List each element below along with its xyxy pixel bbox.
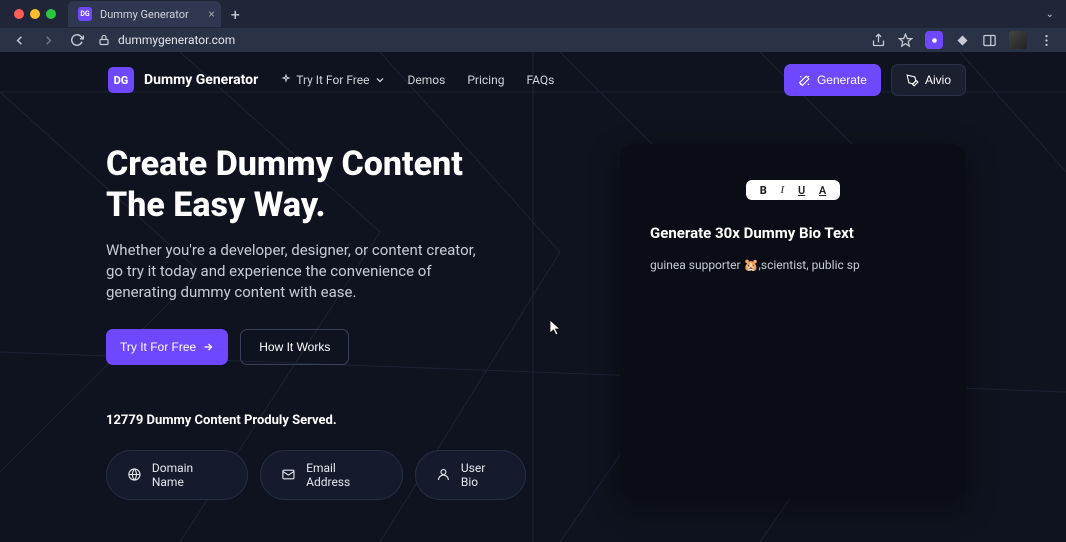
pill-domain-name[interactable]: Domain Name: [106, 450, 248, 500]
minimize-window-icon[interactable]: [30, 9, 40, 19]
tab-bar: DG Dummy Generator × + ⌄: [0, 0, 1066, 28]
format-underline-button[interactable]: U: [798, 184, 805, 197]
site-header: DG Dummy Generator Try It For Free Demos…: [0, 52, 1066, 108]
url-display[interactable]: dummygenerator.com: [98, 33, 235, 47]
stats-line: 12779 Dummy Content Produly Served.: [106, 413, 526, 428]
globe-icon: [127, 467, 142, 482]
card-title: Generate 30x Dummy Bio Text: [650, 224, 936, 242]
aivio-label: Aivio: [925, 73, 951, 87]
forward-button[interactable]: [41, 33, 56, 48]
logo-text: Dummy Generator: [144, 72, 258, 88]
chevron-down-icon: [374, 74, 386, 86]
cta-row: Try It For Free How It Works: [106, 329, 526, 365]
card-body-text: guinea supporter 🐹,scientist, public sp: [650, 258, 936, 272]
url-text: dummygenerator.com: [118, 33, 235, 47]
preview-card: B I U A Generate 30x Dummy Bio Text guin…: [620, 144, 966, 500]
window-controls[interactable]: [8, 9, 56, 19]
arrow-right-icon: [202, 341, 214, 353]
hero-title: Create Dummy Content The Easy Way.: [106, 144, 526, 226]
bookmark-icon[interactable]: [898, 33, 913, 48]
browser-chrome: DG Dummy Generator × + ⌄ dummygenerator.…: [0, 0, 1066, 52]
format-toolbar: B I U A: [746, 180, 840, 200]
try-free-label: Try It For Free: [120, 340, 196, 354]
wand-icon: [798, 74, 811, 87]
tab-close-icon[interactable]: ×: [208, 7, 214, 21]
nav-pricing[interactable]: Pricing: [467, 73, 504, 87]
user-icon: [436, 467, 451, 482]
hero-content: Create Dummy Content The Easy Way. Wheth…: [106, 144, 526, 500]
back-button[interactable]: [12, 33, 27, 48]
browser-tab[interactable]: DG Dummy Generator ×: [68, 1, 221, 27]
sparkle-icon: [280, 74, 292, 86]
cursor-icon: [550, 320, 563, 340]
close-window-icon[interactable]: [14, 9, 24, 19]
format-bold-button[interactable]: B: [760, 184, 767, 197]
format-italic-button[interactable]: I: [781, 184, 785, 196]
maximize-window-icon[interactable]: [46, 9, 56, 19]
pill-domain-label: Domain Name: [152, 461, 227, 489]
header-actions: Generate Aivio: [784, 64, 966, 96]
tabs-expand-icon[interactable]: ⌄: [1046, 9, 1054, 20]
hero-subtitle: Whether you're a developer, designer, or…: [106, 240, 486, 303]
pill-email-address[interactable]: Email Address: [260, 450, 403, 500]
how-it-works-button[interactable]: How It Works: [240, 329, 349, 365]
reload-button[interactable]: [70, 33, 84, 47]
stats-count: 12779: [106, 413, 143, 428]
address-bar: dummygenerator.com: [0, 28, 1066, 52]
profile-avatar[interactable]: [1009, 31, 1027, 49]
main-nav: Try It For Free Demos Pricing FAQs: [280, 73, 554, 87]
menu-icon[interactable]: [1039, 33, 1054, 48]
hero: Create Dummy Content The Easy Way. Wheth…: [0, 108, 1066, 500]
tab-favicon-icon: DG: [78, 7, 92, 21]
nav-demos[interactable]: Demos: [408, 73, 446, 87]
pill-email-label: Email Address: [306, 461, 382, 489]
pill-bio-label: User Bio: [461, 461, 505, 489]
stats-suffix: Dummy Content Produly Served.: [143, 413, 336, 428]
page: DG Dummy Generator Try It For Free Demos…: [0, 52, 1066, 542]
tab-title: Dummy Generator: [100, 8, 189, 21]
generate-label: Generate: [817, 73, 867, 87]
panel-icon[interactable]: [982, 33, 997, 48]
format-link-button[interactable]: A: [819, 184, 826, 197]
share-icon[interactable]: [871, 33, 886, 48]
lock-icon: [98, 34, 110, 46]
generate-button[interactable]: Generate: [784, 64, 881, 96]
nav-faqs[interactable]: FAQs: [526, 73, 554, 87]
mail-icon: [281, 467, 296, 482]
browser-actions: [871, 31, 1054, 49]
extension-icon[interactable]: [925, 31, 943, 49]
new-tab-button[interactable]: +: [231, 5, 240, 24]
logo[interactable]: DG Dummy Generator: [108, 67, 258, 93]
try-free-button[interactable]: Try It For Free: [106, 329, 228, 365]
aivio-button[interactable]: Aivio: [891, 64, 966, 96]
extensions-icon[interactable]: [955, 33, 970, 48]
pill-user-bio[interactable]: User Bio: [415, 450, 526, 500]
nav-try-label: Try It For Free: [296, 73, 369, 87]
pen-icon: [906, 74, 919, 87]
logo-mark-icon: DG: [108, 67, 134, 93]
nav-try-free[interactable]: Try It For Free: [280, 73, 385, 87]
category-pills: Domain Name Email Address User Bio: [106, 450, 526, 500]
